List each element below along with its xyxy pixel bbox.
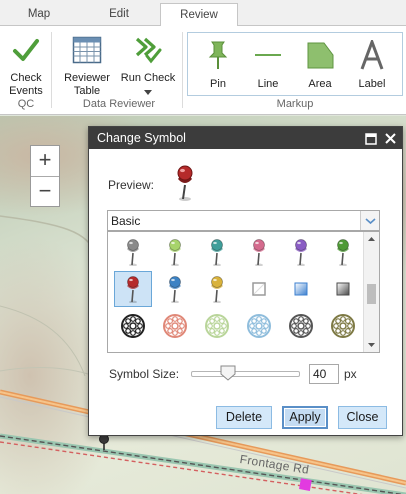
ribbon-separator bbox=[51, 32, 52, 108]
map-pin-marker-icon[interactable] bbox=[98, 434, 110, 453]
wheel-black-icon bbox=[121, 314, 145, 338]
tab-edit[interactable]: Edit bbox=[80, 3, 158, 26]
ribbon-panel: Check Events QC Reviewer Table Run Check… bbox=[0, 26, 406, 115]
symbol-option[interactable] bbox=[324, 271, 362, 307]
line-icon bbox=[248, 40, 288, 74]
dialog-title: Change Symbol bbox=[97, 131, 186, 145]
table-icon bbox=[60, 36, 114, 68]
symbol-size-slider-track[interactable] bbox=[191, 371, 300, 377]
symbol-option[interactable] bbox=[240, 271, 278, 307]
pushpin-yellow-icon bbox=[211, 276, 223, 303]
wheel-olive-icon bbox=[331, 314, 355, 338]
symbol-option[interactable] bbox=[324, 308, 362, 344]
symbol-option[interactable] bbox=[156, 308, 194, 344]
pushpin-lightgreen-icon bbox=[169, 239, 181, 266]
line-label: Line bbox=[257, 78, 279, 90]
pushpin-red-icon bbox=[127, 276, 139, 303]
pin-label: Pin bbox=[210, 78, 226, 90]
symbol-gallery-scrollbar[interactable] bbox=[363, 232, 379, 352]
ribbon-tab-strip: Map Edit Review bbox=[0, 0, 406, 27]
symbol-set-select[interactable]: Basic bbox=[107, 210, 380, 231]
symbol-set-value: Basic bbox=[111, 214, 141, 228]
scroll-down-icon[interactable] bbox=[364, 338, 379, 352]
pin-button[interactable]: Pin bbox=[198, 40, 238, 91]
area-button[interactable]: Area bbox=[300, 40, 340, 91]
preview-label: Preview: bbox=[108, 178, 155, 192]
close-icon[interactable] bbox=[381, 127, 399, 149]
apply-button[interactable]: Apply bbox=[282, 406, 328, 429]
label-label: Label bbox=[358, 78, 386, 90]
symbol-option[interactable] bbox=[114, 234, 152, 270]
symbol-option[interactable] bbox=[282, 271, 320, 307]
symbol-size-unit: px bbox=[344, 367, 357, 381]
group-label-data-reviewer: Data Reviewer bbox=[82, 98, 156, 110]
symbol-size-slider-thumb[interactable] bbox=[220, 365, 236, 381]
zoom-out-button[interactable]: − bbox=[31, 176, 59, 206]
square-outline-icon bbox=[252, 282, 266, 296]
label-button[interactable]: Label bbox=[352, 37, 392, 91]
wheel-lightblue-icon bbox=[247, 314, 271, 338]
double-chevron-check-icon bbox=[118, 36, 178, 68]
pushpin-purple-icon bbox=[295, 239, 307, 266]
close-button[interactable]: Close bbox=[338, 406, 387, 429]
group-label-qc: QC bbox=[17, 98, 35, 110]
symbol-option[interactable] bbox=[114, 271, 152, 307]
reviewer-table-label: Reviewer Table bbox=[64, 72, 110, 97]
symbol-option[interactable] bbox=[198, 271, 236, 307]
run-check-button[interactable]: Run Check bbox=[118, 36, 178, 99]
scroll-up-icon[interactable] bbox=[364, 232, 379, 246]
map-zoom-control: + − bbox=[30, 145, 60, 207]
ribbon-separator bbox=[182, 32, 183, 108]
symbol-option[interactable] bbox=[156, 271, 194, 307]
scroll-thumb[interactable] bbox=[367, 284, 376, 304]
group-label-markup: Markup bbox=[276, 98, 314, 110]
pushpin-green-icon bbox=[337, 239, 349, 266]
line-button[interactable]: Line bbox=[248, 40, 288, 91]
wheel-lightgreen-icon bbox=[205, 314, 229, 338]
maximize-icon[interactable] bbox=[362, 127, 380, 149]
wheel-salmon-icon bbox=[163, 314, 187, 338]
delete-button[interactable]: Delete bbox=[216, 406, 272, 429]
chevron-down-icon[interactable] bbox=[360, 211, 379, 230]
preview-symbol bbox=[173, 165, 197, 206]
pushpin-red-icon bbox=[177, 165, 193, 201]
change-symbol-dialog: Change Symbol Preview: Basic Symbol Size… bbox=[88, 126, 403, 436]
symbol-option[interactable] bbox=[198, 308, 236, 344]
tab-map[interactable]: Map bbox=[0, 3, 78, 26]
check-events-label: Check Events bbox=[9, 72, 43, 97]
symbol-option[interactable] bbox=[198, 234, 236, 270]
polygon-icon bbox=[300, 40, 340, 74]
pushpin-teal-icon bbox=[211, 239, 223, 266]
reviewer-table-button[interactable]: Reviewer Table bbox=[60, 36, 114, 98]
symbol-option[interactable] bbox=[114, 308, 152, 344]
symbol-option[interactable] bbox=[324, 234, 362, 270]
pushpin-pink-icon bbox=[253, 239, 265, 266]
zoom-in-button[interactable]: + bbox=[31, 146, 59, 176]
pushpin-gray-icon bbox=[127, 239, 139, 266]
square-blue-icon bbox=[294, 282, 308, 296]
symbol-option[interactable] bbox=[240, 234, 278, 270]
symbol-option[interactable] bbox=[240, 308, 278, 344]
symbol-option[interactable] bbox=[156, 234, 194, 270]
pushpin-icon bbox=[198, 40, 238, 74]
wheel-gray-icon bbox=[289, 314, 313, 338]
check-events-button[interactable]: Check Events bbox=[4, 36, 48, 98]
symbol-size-label: Symbol Size: bbox=[109, 367, 180, 381]
run-check-label: Run Check bbox=[120, 72, 176, 84]
area-label: Area bbox=[308, 78, 332, 90]
pushpin-blue-icon bbox=[169, 276, 181, 303]
tab-review[interactable]: Review bbox=[160, 3, 238, 27]
text-a-icon bbox=[352, 37, 392, 74]
checkmark-icon bbox=[4, 36, 48, 68]
symbol-gallery bbox=[107, 231, 380, 353]
symbol-option[interactable] bbox=[282, 308, 320, 344]
symbol-option[interactable] bbox=[282, 234, 320, 270]
symbol-size-input[interactable]: 40 bbox=[309, 364, 339, 384]
dialog-title-bar[interactable]: Change Symbol bbox=[89, 127, 402, 149]
square-dark-icon bbox=[336, 282, 350, 296]
